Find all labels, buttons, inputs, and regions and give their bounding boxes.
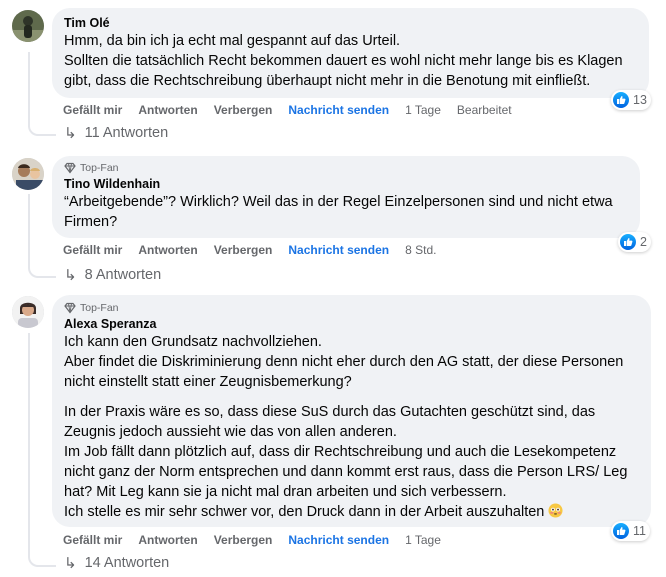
comment-bubble: Tim Olé Hmm, da bin ich ja echt mal gesp… [52,8,649,98]
flushed-face-emoji [548,503,563,518]
view-replies-button[interactable]: ↳ 14 Antworten [64,552,169,574]
hide-button[interactable]: Verbergen [214,533,273,547]
top-fan-badge: Top-Fan [64,161,628,175]
comment-text: “Arbeitgebende”? Wirklich? Weil das in d… [64,192,628,232]
reply-arrow-icon: ↳ [64,267,77,284]
timestamp[interactable]: 8 Std. [405,243,436,257]
comment-author[interactable]: Alexa Speranza [64,316,639,332]
like-button[interactable]: Gefällt mir [63,243,122,257]
timestamp[interactable]: 1 Tage [405,533,441,547]
send-message-button[interactable]: Nachricht senden [288,103,389,117]
comment-author[interactable]: Tim Olé [64,15,637,31]
comment-paragraph: Ich stelle es mir sehr schwer vor, den D… [64,502,639,522]
edited-label: Bearbeitet [456,103,512,117]
comment-text: Hmm, da bin ich ja echt mal gespannt auf… [64,31,637,91]
send-message-button[interactable]: Nachricht senden [288,243,389,257]
comment-paragraph: “Arbeitgebende”? Wirklich? Weil das in d… [64,194,613,230]
comment-actions: Gefällt mir Antworten Verbergen Nachrich… [63,100,528,120]
comment-line: Ich stelle es mir sehr schwer vor, den D… [64,504,545,520]
comment-paragraph: Aber findet die Diskriminierung denn nic… [64,354,624,390]
view-replies-button[interactable]: ↳ 11 Antworten [64,122,168,144]
timestamp[interactable]: 1 Tage [405,103,441,117]
reaction-number: 2 [640,235,647,249]
comment-paragraph: Hmm, da bin ich ja echt mal gespannt auf… [64,33,401,49]
badge-label: Top-Fan [80,302,119,314]
diamond-icon [64,302,76,314]
reply-button[interactable]: Antworten [138,533,197,547]
comment-actions: Gefällt mir Antworten Verbergen Nachrich… [63,240,452,260]
reply-button[interactable]: Antworten [138,103,197,117]
avatar[interactable] [12,296,44,328]
replies-count: 11 Antworten [84,125,169,141]
avatar[interactable] [12,158,44,190]
hide-button[interactable]: Verbergen [214,103,273,117]
like-button[interactable]: Gefällt mir [63,103,122,117]
hide-button[interactable]: Verbergen [214,243,273,257]
view-replies-button[interactable]: ↳ 8 Antworten [64,264,161,286]
thumbs-up-icon [613,523,629,539]
replies-count: 14 Antworten [84,555,170,571]
comment-paragraph: Im Job fällt dann plötzlich auf, dass di… [64,444,628,500]
thumbs-up-icon [613,92,629,108]
reaction-number: 11 [633,524,646,538]
reply-arrow-icon: ↳ [64,555,77,572]
top-fan-badge: Top-Fan [64,301,639,315]
send-message-button[interactable]: Nachricht senden [288,533,389,547]
comment-paragraph: In der Praxis wäre es so, dass diese SuS… [64,404,596,440]
like-button[interactable]: Gefällt mir [63,533,122,547]
diamond-icon [64,162,76,174]
reaction-count[interactable]: 11 [611,521,650,541]
thumbs-up-icon [620,234,636,250]
reaction-count[interactable]: 2 [618,232,651,252]
comment-author[interactable]: Tino Wildenhain [64,176,628,192]
reply-arrow-icon: ↳ [64,125,77,142]
comment-paragraph: Ich kann den Grundsatz nachvollziehen. [64,334,322,350]
reaction-number: 13 [633,93,647,107]
comment-bubble: Top-Fan Tino Wildenhain “Arbeitgebende”?… [52,156,640,238]
comment-actions: Gefällt mir Antworten Verbergen Nachrich… [63,530,457,550]
comment-paragraph: Sollten die tatsächlich Recht bekommen d… [64,53,623,89]
avatar[interactable] [12,10,44,42]
replies-count: 8 Antworten [84,267,162,283]
reply-button[interactable]: Antworten [138,243,197,257]
comment-text: Ich kann den Grundsatz nachvollziehen. A… [64,332,639,522]
reaction-count[interactable]: 13 [611,90,651,110]
comment-bubble: Top-Fan Alexa Speranza Ich kann den Grun… [52,295,651,527]
badge-label: Top-Fan [80,162,119,174]
